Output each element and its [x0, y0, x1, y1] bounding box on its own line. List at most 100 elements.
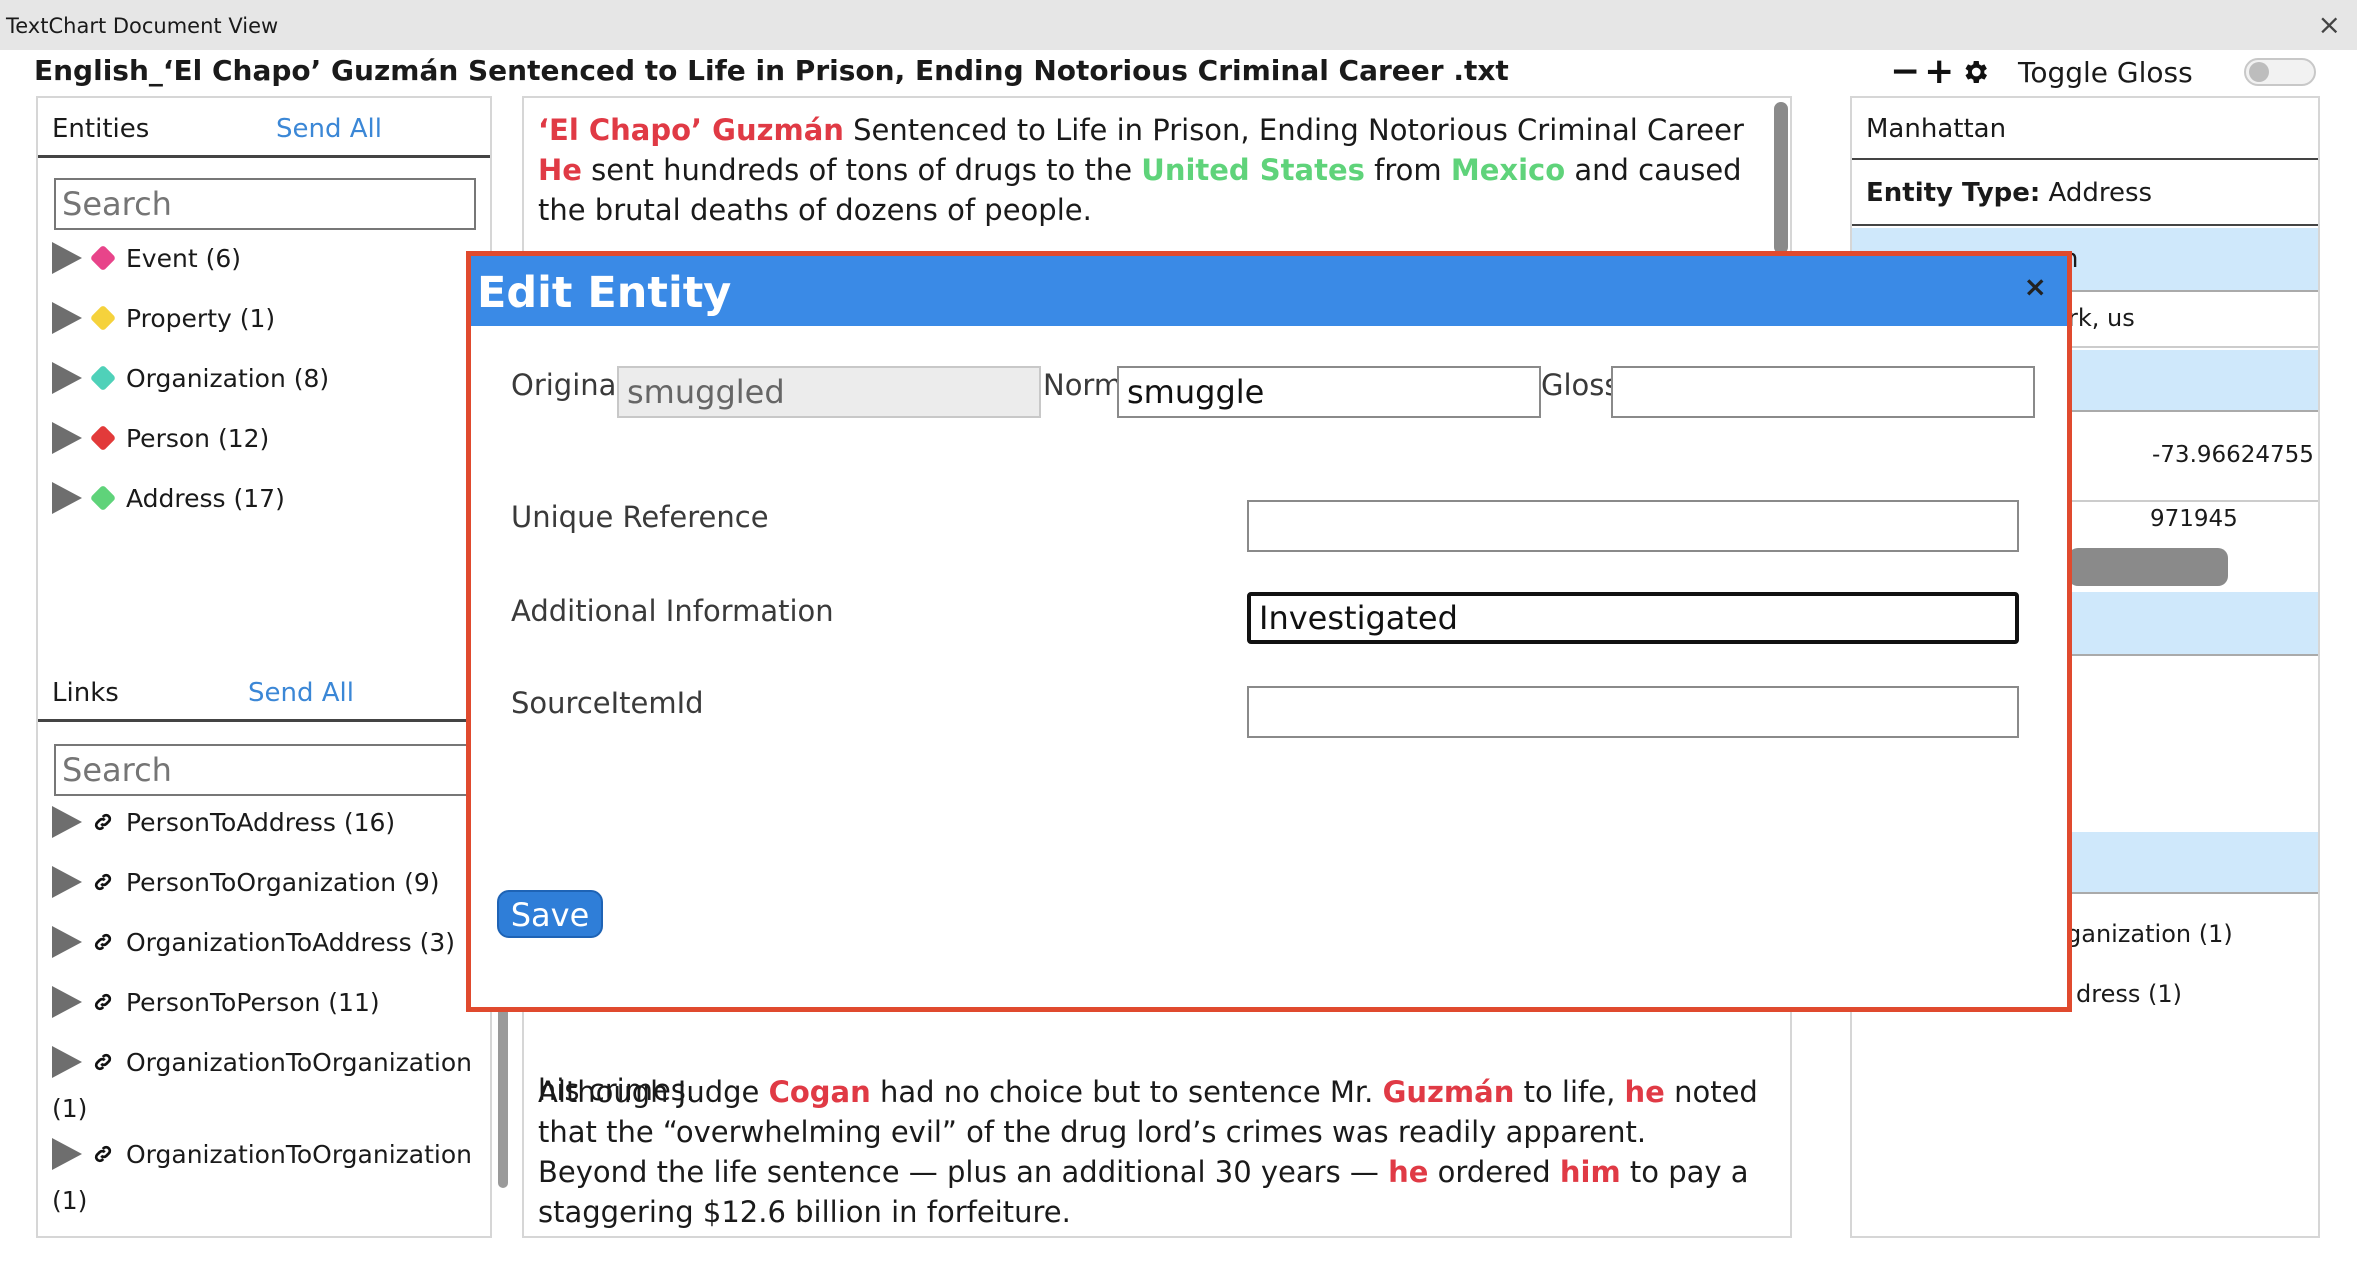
dialog-title: Edit Entity — [477, 268, 732, 318]
link-icon — [94, 1053, 112, 1071]
toolbar: − + — [1890, 52, 1990, 92]
entities-header: Entities Send All — [38, 98, 490, 158]
zoom-in-button[interactable]: + — [1924, 54, 1954, 90]
edit-entity-dialog: Edit Entity × Original Norm Gloss Unique… — [466, 251, 2072, 1012]
link-item[interactable]: ganization (1) — [2066, 920, 2233, 948]
tree-item-label: OrganizationToOrganization — [126, 1047, 472, 1077]
expand-arrow-icon[interactable] — [52, 926, 82, 958]
doc-text: had no choice but to sentence Mr. — [870, 1075, 1383, 1109]
tree-item-label: Address (17) — [126, 483, 285, 513]
entities-label: Entities — [52, 114, 150, 144]
additional-information-label: Additional Information — [511, 594, 834, 628]
zoom-out-button[interactable]: − — [1890, 54, 1920, 90]
tree-item-label: Property (1) — [126, 303, 276, 333]
link-icon — [94, 1145, 112, 1163]
expand-arrow-icon[interactable] — [52, 302, 82, 334]
tree-item-label: PersonToPerson (11) — [126, 987, 380, 1017]
tree-item-person[interactable]: Person (12) — [52, 418, 269, 458]
tree-item-property[interactable]: Property (1) — [52, 298, 275, 338]
toggle-gloss-label: Toggle Gloss — [2018, 56, 2193, 89]
toggle-knob — [2249, 62, 2269, 82]
person-cube-icon — [89, 424, 117, 452]
norm-label: Norm — [1043, 368, 1123, 402]
tree-item-person-to-organization[interactable]: PersonToOrganization (9) — [52, 862, 440, 902]
horizontal-scrollbar[interactable] — [2068, 548, 2228, 586]
unique-reference-label: Unique Reference — [511, 500, 769, 534]
doc-text: ordered — [1428, 1155, 1560, 1189]
additional-information-field[interactable] — [1247, 592, 2019, 644]
expand-arrow-icon[interactable] — [52, 482, 82, 514]
source-item-id-field[interactable] — [1247, 686, 2019, 738]
left-panel: Entities Send All Event (6) Property (1)… — [36, 96, 508, 1238]
toggle-gloss-switch[interactable] — [2244, 58, 2316, 86]
details-type-row: Entity Type: Address — [1852, 160, 2318, 226]
expand-arrow-icon[interactable] — [52, 422, 82, 454]
entity-name: Manhattan — [1866, 114, 2007, 144]
document-title: English_‘El Chapo’ Guzmán Sentenced to L… — [34, 54, 1509, 87]
unique-reference-field[interactable] — [1247, 500, 2019, 552]
entity-highlight[interactable]: him — [1560, 1155, 1621, 1189]
organization-cube-icon — [89, 364, 117, 392]
source-item-id-label: SourceItemId — [511, 686, 704, 720]
document-scrollbar[interactable] — [1774, 102, 1788, 254]
entity-highlight[interactable]: he — [1625, 1075, 1665, 1109]
tree-item-org-to-org-2[interactable]: OrganizationToOrganization — [52, 1134, 472, 1174]
gloss-field[interactable] — [1611, 366, 2035, 418]
link-icon — [94, 873, 112, 891]
entity-highlight[interactable]: He — [538, 153, 582, 187]
tree-item-address[interactable]: Address (17) — [52, 478, 285, 518]
expand-arrow-icon[interactable] — [52, 1046, 82, 1078]
expand-arrow-icon[interactable] — [52, 986, 82, 1018]
tree-item-event[interactable]: Event (6) — [52, 238, 241, 278]
links-send-all-link[interactable]: Send All — [248, 678, 354, 708]
original-label: Original — [511, 368, 625, 402]
doc-paragraph-3: Although Judge Cogan had no choice but t… — [538, 1072, 1758, 1232]
link-item[interactable]: dress (1) — [2076, 980, 2182, 1008]
doc-paragraph-title: ‘El Chapo’ Guzmán Sentenced to Life in P… — [538, 110, 1758, 150]
tree-item-label: Organization (8) — [126, 363, 330, 393]
entity-highlight[interactable]: Cogan — [769, 1075, 871, 1109]
link-icon — [94, 993, 112, 1011]
tree-item-label: OrganizationToOrganization — [126, 1139, 472, 1169]
tree-item-person-to-address[interactable]: PersonToAddress (16) — [52, 802, 395, 842]
event-cube-icon — [89, 244, 117, 272]
tree-item-organization[interactable]: Organization (8) — [52, 358, 329, 398]
entity-highlight[interactable]: Mexico — [1451, 153, 1565, 187]
links-search-input[interactable] — [54, 744, 494, 796]
dialog-close-button[interactable]: × — [2024, 270, 2047, 303]
save-button[interactable]: Save — [497, 890, 603, 938]
doc-paragraph-1: He sent hundreds of tons of drugs to the… — [538, 150, 1758, 230]
tree-item-label: PersonToAddress (16) — [126, 807, 396, 837]
expand-arrow-icon[interactable] — [52, 806, 82, 838]
expand-arrow-icon[interactable] — [52, 1138, 82, 1170]
entity-highlight[interactable]: United States — [1141, 153, 1365, 187]
number-value: 971945 — [2150, 506, 2238, 532]
entities-send-all-link[interactable]: Send All — [276, 114, 382, 144]
expand-arrow-icon[interactable] — [52, 242, 82, 274]
expand-arrow-icon[interactable] — [52, 362, 82, 394]
window-close-button[interactable]: × — [2318, 8, 2341, 41]
entity-type-value: Address — [2040, 178, 2153, 208]
entity-highlight[interactable]: ‘El Chapo’ Guzmán — [538, 113, 844, 147]
links-header: Links Send All — [38, 662, 490, 722]
property-cube-icon — [89, 304, 117, 332]
tree-item-person-to-person[interactable]: PersonToPerson (11) — [52, 982, 380, 1022]
tree-item-organization-to-address[interactable]: OrganizationToAddress (3) — [52, 922, 455, 962]
original-field — [617, 366, 1041, 418]
tree-item-label: Person (12) — [126, 423, 270, 453]
doc-text: sent hundreds of tons of drugs to the — [581, 153, 1142, 187]
entity-type: Entity Type: Address — [1866, 178, 2152, 208]
tree-item-org-to-org-1[interactable]: OrganizationToOrganization — [52, 1042, 472, 1082]
tree-item-label: Event (6) — [126, 243, 241, 273]
doc-text: to life, — [1514, 1075, 1625, 1109]
entities-search-input[interactable] — [54, 178, 476, 230]
norm-field[interactable] — [1117, 366, 1541, 418]
gear-icon[interactable] — [1960, 57, 1990, 87]
tree-item-label: PersonToOrganization (9) — [126, 867, 440, 897]
dialog-header: Edit Entity × — [471, 256, 2067, 326]
window-title: TextChart Document View — [6, 14, 279, 38]
expand-arrow-icon[interactable] — [52, 866, 82, 898]
longitude-value: -73.96624755 — [2152, 442, 2314, 468]
entity-highlight[interactable]: he — [1388, 1155, 1428, 1189]
entity-highlight[interactable]: Guzmán — [1383, 1075, 1515, 1109]
